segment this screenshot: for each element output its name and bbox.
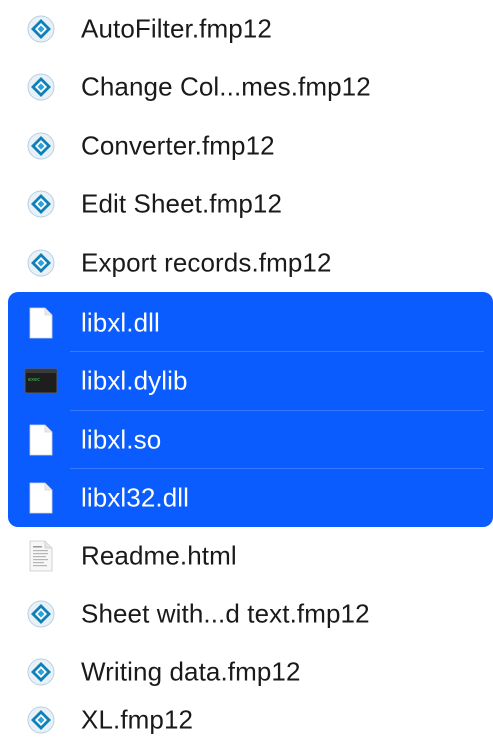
file-row-change-columns[interactable]: Change Col...mes.fmp12 — [0, 58, 493, 116]
file-name: libxl.dylib — [81, 365, 188, 396]
file-row-libxl-dylib[interactable]: exec libxl.dylib — [0, 352, 493, 410]
file-name: AutoFilter.fmp12 — [81, 13, 272, 44]
file-row-autofilter[interactable]: AutoFilter.fmp12 — [0, 0, 493, 58]
filemaker-icon — [24, 129, 58, 163]
file-row-libxl-dll[interactable]: libxl.dll — [0, 294, 493, 352]
file-name: Writing data.fmp12 — [81, 656, 301, 687]
file-name: libxl32.dll — [81, 482, 190, 513]
blank-document-icon — [24, 423, 58, 457]
filemaker-icon — [24, 655, 58, 689]
file-row-libxl-so[interactable]: libxl.so — [0, 411, 493, 469]
filemaker-icon — [24, 70, 58, 104]
file-row-edit-sheet[interactable]: Edit Sheet.fmp12 — [0, 175, 493, 233]
blank-document-icon — [24, 306, 58, 340]
file-name: libxl.dll — [81, 307, 160, 338]
terminal-executable-icon: exec — [24, 364, 58, 398]
file-name: libxl.so — [81, 424, 162, 455]
file-row-export-records[interactable]: Export records.fmp12 — [0, 234, 493, 292]
file-name: Edit Sheet.fmp12 — [81, 188, 283, 219]
filemaker-icon — [24, 703, 58, 737]
filemaker-icon — [24, 246, 58, 280]
filemaker-icon — [24, 597, 58, 631]
filemaker-icon — [24, 187, 58, 221]
file-name: Export records.fmp12 — [81, 247, 332, 278]
file-row-converter[interactable]: Converter.fmp12 — [0, 117, 493, 175]
file-row-libxl32-dll[interactable]: libxl32.dll — [0, 469, 493, 527]
svg-text:exec: exec — [28, 377, 40, 383]
file-name: Readme.html — [81, 540, 237, 571]
file-name: Sheet with...d text.fmp12 — [81, 598, 370, 629]
blank-document-icon — [24, 481, 58, 515]
filemaker-icon — [24, 12, 58, 46]
file-row-readme[interactable]: Readme.html — [0, 527, 493, 585]
file-row-xl[interactable]: XL.fmp12 — [0, 691, 493, 749]
file-name: XL.fmp12 — [81, 704, 194, 735]
file-row-sheet-with-text[interactable]: Sheet with...d text.fmp12 — [0, 585, 493, 643]
html-document-icon — [24, 539, 58, 573]
file-name: Change Col...mes.fmp12 — [81, 71, 371, 102]
file-list: AutoFilter.fmp12 Change Col...mes.fmp12 … — [0, 0, 493, 749]
file-name: Converter.fmp12 — [81, 130, 275, 161]
